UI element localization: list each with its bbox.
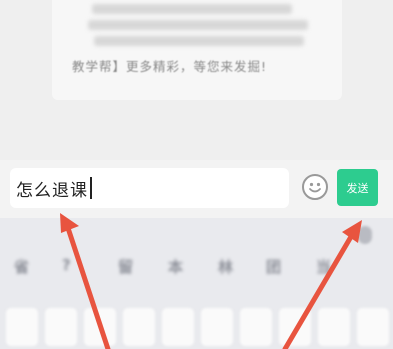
candidate-word[interactable]: 林 xyxy=(218,256,233,277)
keyboard-key[interactable] xyxy=(123,308,155,346)
candidate-word[interactable]: 团 xyxy=(266,256,281,277)
blurred-text-line xyxy=(92,4,292,14)
candidate-bar: 省 ? 留 本 林 团 当 xyxy=(0,256,393,286)
keyboard-key[interactable] xyxy=(240,308,272,346)
keyboard-key[interactable] xyxy=(279,308,311,346)
message-bubble xyxy=(52,0,342,100)
keyboard: 省 ? 留 本 林 团 当 xyxy=(0,218,393,349)
message-text: 教学帮】更多精彩，等您来发掘! xyxy=(72,59,268,74)
microphone-icon[interactable] xyxy=(358,226,372,244)
candidate-word[interactable]: 省 xyxy=(14,256,29,277)
message-input[interactable]: 怎么退课 xyxy=(10,168,289,208)
text-caret xyxy=(90,177,92,199)
keyboard-key[interactable] xyxy=(45,308,77,346)
chat-area: 教学帮】更多精彩，等您来发掘! xyxy=(0,0,393,165)
smiley-face-icon[interactable] xyxy=(302,174,328,200)
blurred-text-line xyxy=(94,36,304,46)
keyboard-key[interactable] xyxy=(201,308,233,346)
keyboard-key[interactable] xyxy=(6,308,38,346)
keyboard-key[interactable] xyxy=(357,308,389,346)
send-button[interactable]: 发送 xyxy=(337,169,378,206)
keyboard-key[interactable] xyxy=(318,308,350,346)
candidate-word[interactable]: ? xyxy=(62,256,71,274)
input-bar: 怎么退课 发送 xyxy=(0,160,393,218)
blurred-text-line xyxy=(88,20,308,30)
keyboard-key[interactable] xyxy=(162,308,194,346)
candidate-word[interactable]: 留 xyxy=(118,256,133,277)
message-input-value: 怎么退课 xyxy=(16,180,88,201)
keyboard-key[interactable] xyxy=(84,308,116,346)
keyboard-key-row xyxy=(0,308,393,349)
candidate-word[interactable]: 本 xyxy=(168,256,183,277)
candidate-word[interactable]: 当 xyxy=(316,256,331,277)
